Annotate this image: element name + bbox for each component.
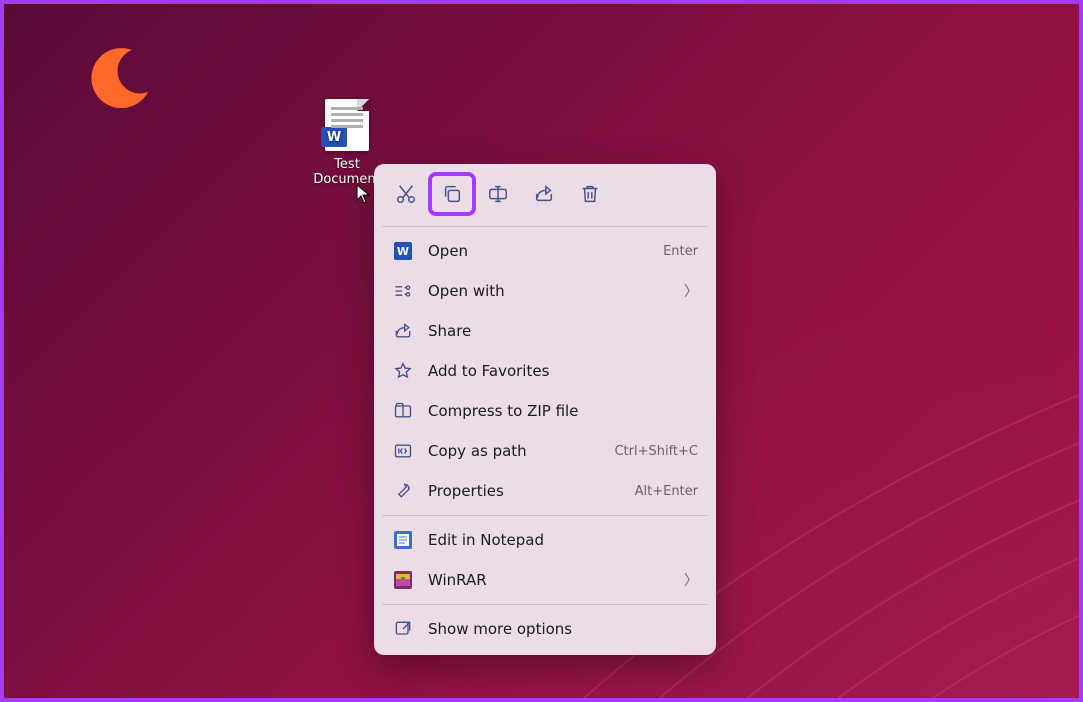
menu-item-label: Share [428, 322, 698, 340]
menu-item-label: WinRAR [428, 571, 678, 589]
menu-item-accelerator: Enter [663, 244, 698, 259]
wallpaper-moon-decoration [86, 42, 158, 114]
menu-item-accelerator: Ctrl+Shift+C [614, 444, 698, 459]
svg-text:W: W [397, 245, 409, 258]
separator [382, 515, 708, 516]
word-icon: W [392, 240, 414, 262]
mouse-cursor-icon [356, 184, 370, 204]
star-icon [392, 360, 414, 382]
menu-item-copy-as-path[interactable]: Copy as path Ctrl+Shift+C [380, 431, 710, 471]
separator [382, 604, 708, 605]
menu-item-label: Edit in Notepad [428, 531, 698, 549]
winrar-icon [392, 569, 414, 591]
trash-icon [579, 183, 601, 205]
menu-item-label: Compress to ZIP file [428, 402, 698, 420]
show-more-icon [392, 618, 414, 640]
menu-item-label: Properties [428, 482, 635, 500]
context-menu-quick-actions [380, 170, 710, 222]
menu-item-show-more-options[interactable]: Show more options [380, 609, 710, 649]
menu-item-properties[interactable]: Properties Alt+Enter [380, 471, 710, 511]
copy-path-icon [392, 440, 414, 462]
word-app-badge-icon: W [321, 127, 347, 147]
share-icon [392, 320, 414, 342]
menu-item-label: Copy as path [428, 442, 614, 460]
menu-item-open[interactable]: W Open Enter [380, 231, 710, 271]
menu-item-label: Add to Favorites [428, 362, 698, 380]
desktop-wallpaper: W Test Document W O [4, 4, 1079, 698]
menu-item-compress-zip[interactable]: Compress to ZIP file [380, 391, 710, 431]
chevron-right-icon: 〉 [684, 281, 698, 301]
scissors-icon [395, 183, 417, 205]
menu-item-edit-notepad[interactable]: Edit in Notepad [380, 520, 710, 560]
copy-button[interactable] [430, 174, 474, 214]
menu-item-label: Show more options [428, 620, 698, 638]
menu-item-open-with[interactable]: Open with 〉 [380, 271, 710, 311]
chevron-right-icon: 〉 [684, 570, 698, 590]
menu-item-accelerator: Alt+Enter [635, 484, 698, 499]
zip-icon [392, 400, 414, 422]
rename-icon [487, 183, 509, 205]
menu-item-winrar[interactable]: WinRAR 〉 [380, 560, 710, 600]
delete-button[interactable] [568, 174, 612, 214]
menu-item-favorites[interactable]: Add to Favorites [380, 351, 710, 391]
file-context-menu: W Open Enter Open with 〉 Share Add to Fa… [374, 164, 716, 655]
menu-item-label: Open with [428, 282, 678, 300]
notepad-icon [392, 529, 414, 551]
menu-item-label: Open [428, 242, 663, 260]
separator [382, 226, 708, 227]
open-with-icon [392, 280, 414, 302]
share-arrow-icon [533, 183, 555, 205]
cut-button[interactable] [384, 174, 428, 214]
rename-button[interactable] [476, 174, 520, 214]
share-button[interactable] [522, 174, 566, 214]
wrench-icon [392, 480, 414, 502]
menu-item-share[interactable]: Share [380, 311, 710, 351]
copy-icon [441, 183, 463, 205]
